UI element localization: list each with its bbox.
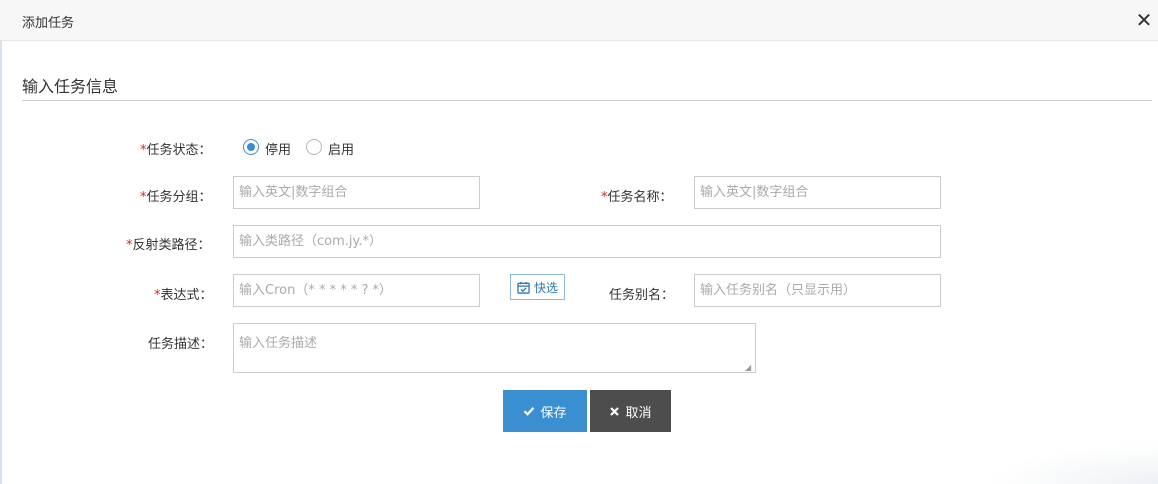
quick-select-label: 快选 [533,280,558,295]
group-label: *任务分组： [140,186,212,205]
cron-input[interactable] [233,274,480,307]
status-label-text: 任务状态： [146,143,212,158]
class-path-input[interactable] [233,225,941,258]
modal-title: 添加任务 [22,16,75,31]
status-option-disabled-label[interactable]: 停用 [265,139,291,158]
name-label-text: 任务名称： [607,190,673,205]
status-option-enabled-label[interactable]: 启用 [328,139,354,158]
description-label: 任务描述： [148,337,214,352]
status-label: *任务状态： [140,139,212,158]
section-title: 输入任务信息 [22,77,119,96]
status-radio-disabled[interactable] [243,139,259,155]
cron-label-text: 表达式： [160,288,213,303]
name-label: *任务名称： [601,186,673,205]
corner-shadow [988,444,1158,484]
cancel-button[interactable]: 取消 [590,390,671,432]
check-icon [524,407,535,416]
description-textarea[interactable] [233,323,756,373]
times-icon [610,406,620,416]
class-path-label: *反射类路径： [126,234,211,253]
alias-label: 任务别名： [609,288,675,303]
cron-label: *表达式： [154,284,213,303]
cancel-label: 取消 [625,405,652,421]
group-label-text: 任务分组： [146,190,212,205]
resize-grip-icon[interactable]: ◢ [745,363,751,372]
page-left-edge [0,0,2,484]
save-button[interactable]: 保存 [503,390,587,432]
status-radio-enabled[interactable] [306,139,322,155]
modal-header: 添加任务 ✕ [0,0,1158,41]
calendar-check-icon [517,281,530,294]
group-input[interactable] [233,176,480,209]
name-input[interactable] [694,176,941,209]
alias-input[interactable] [694,274,941,307]
class-path-label-text: 反射类路径： [132,238,211,253]
save-label: 保存 [540,405,567,421]
section-divider [22,100,1152,101]
close-icon[interactable]: ✕ [1134,10,1154,30]
quick-select-button[interactable]: 快选 [510,274,565,300]
